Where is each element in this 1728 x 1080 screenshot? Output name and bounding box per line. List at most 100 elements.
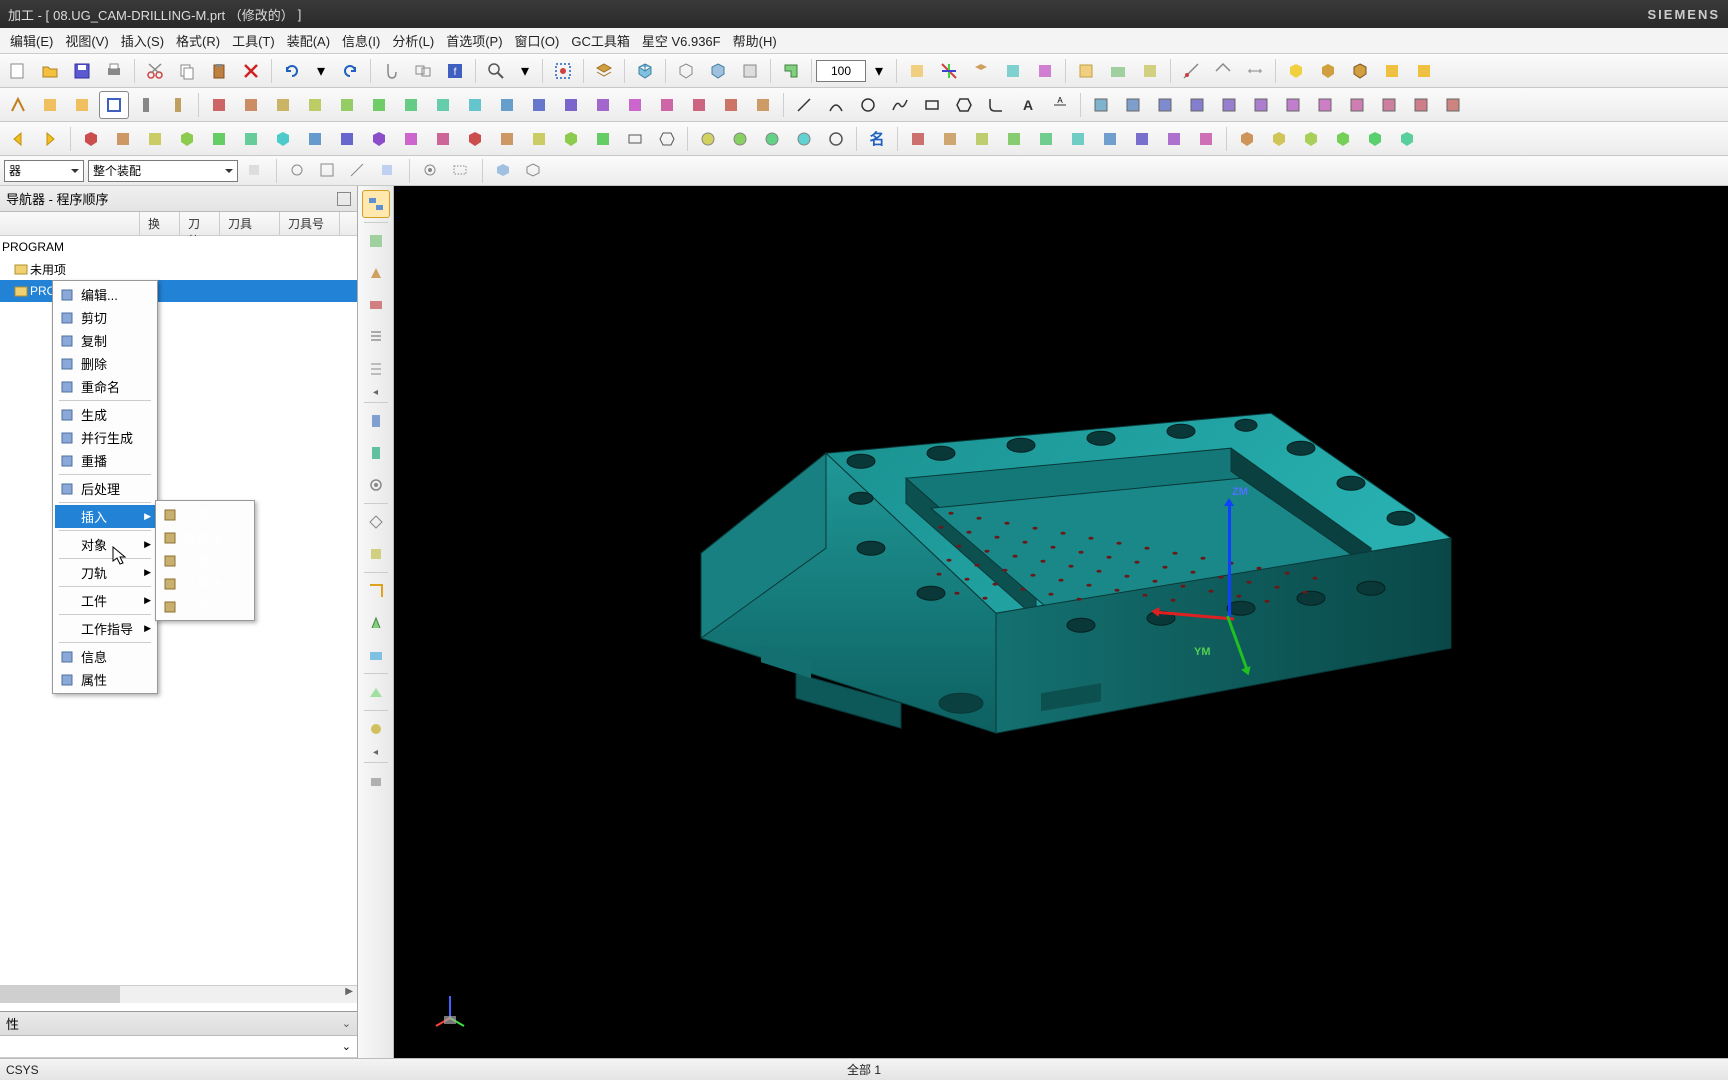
t3-15[interactable] <box>556 125 586 153</box>
menu-item[interactable]: 首选项(P) <box>440 29 508 52</box>
t2-18[interactable] <box>556 91 586 119</box>
ctx-item[interactable]: 生成 <box>55 403 155 426</box>
zoom-dropdown[interactable]: ▾ <box>513 59 537 83</box>
t3-10[interactable] <box>396 125 426 153</box>
t2b-4[interactable] <box>1214 91 1244 119</box>
t2-21[interactable] <box>652 91 682 119</box>
t2b-6[interactable] <box>1278 91 1308 119</box>
t3c-4[interactable] <box>1031 125 1061 153</box>
tb1-m[interactable] <box>1313 57 1343 85</box>
vt-14[interactable] <box>362 678 390 706</box>
t2-7[interactable] <box>204 91 234 119</box>
t3-1[interactable] <box>108 125 138 153</box>
t3c-9[interactable] <box>1191 125 1221 153</box>
t3c-3[interactable] <box>999 125 1029 153</box>
vt-3[interactable] <box>362 291 390 319</box>
ctx-item[interactable]: 刀轨▶ <box>55 561 155 584</box>
dim-tool[interactable]: A <box>1045 91 1075 119</box>
sel-e[interactable] <box>376 159 400 183</box>
t2b-3[interactable] <box>1182 91 1212 119</box>
t2b-10[interactable] <box>1406 91 1436 119</box>
ctx-item[interactable]: 工作指导▶ <box>55 617 155 640</box>
vt-1[interactable] <box>362 227 390 255</box>
t3-6[interactable] <box>268 125 298 153</box>
vt-7[interactable] <box>362 439 390 467</box>
tree-row[interactable]: 未用项 <box>0 258 357 280</box>
t3-13[interactable] <box>492 125 522 153</box>
back-button[interactable] <box>3 125 33 153</box>
t3c-2[interactable] <box>967 125 997 153</box>
t2b-5[interactable] <box>1246 91 1276 119</box>
t2-d-active[interactable] <box>99 91 129 119</box>
t3-0[interactable] <box>76 125 106 153</box>
ctx-sub-item[interactable]: 工序... <box>158 503 252 526</box>
ctx-item[interactable]: 并行生成 <box>55 426 155 449</box>
ctx-item[interactable]: 复制 <box>55 329 155 352</box>
face-button[interactable] <box>735 57 765 85</box>
t3c-1[interactable] <box>935 125 965 153</box>
ctx-item[interactable]: 重命名 <box>55 375 155 398</box>
t3c-8[interactable] <box>1159 125 1189 153</box>
new-button[interactable] <box>3 57 33 85</box>
sel-g[interactable] <box>449 159 473 183</box>
ctx-item[interactable]: 对象▶ <box>55 533 155 556</box>
vt-16[interactable] <box>362 767 390 795</box>
t3-2[interactable] <box>140 125 170 153</box>
circle-tool[interactable] <box>853 91 883 119</box>
vt-2[interactable] <box>362 259 390 287</box>
t2b-0[interactable] <box>1086 91 1116 119</box>
arc-tool[interactable] <box>821 91 851 119</box>
tb1-p[interactable] <box>1409 57 1439 85</box>
vt-expand-2[interactable]: ◂ <box>373 747 378 758</box>
win-button[interactable] <box>408 57 438 85</box>
t2-b[interactable] <box>35 91 65 119</box>
sel-c[interactable] <box>316 159 340 183</box>
col-changetool[interactable]: 换刀 <box>140 212 180 235</box>
t2-c[interactable] <box>67 91 97 119</box>
tb1-d[interactable] <box>998 57 1028 85</box>
t3d-3[interactable] <box>1328 125 1358 153</box>
section-button[interactable] <box>776 57 806 85</box>
t2-12[interactable] <box>364 91 394 119</box>
paste-button[interactable] <box>204 57 234 85</box>
tb1-f[interactable] <box>1071 57 1101 85</box>
wire-button[interactable] <box>671 57 701 85</box>
vt-10[interactable] <box>362 540 390 568</box>
text-tool[interactable]: A <box>1013 91 1043 119</box>
t3c-0[interactable] <box>903 125 933 153</box>
ctx-sub-item[interactable]: 几何体... <box>158 572 252 595</box>
t3-11[interactable] <box>428 125 458 153</box>
t3b-1[interactable] <box>725 125 755 153</box>
ctx-item[interactable]: 剪切 <box>55 306 155 329</box>
copy-button[interactable] <box>172 57 202 85</box>
save-button[interactable] <box>67 57 97 85</box>
vt-4[interactable] <box>362 323 390 351</box>
poly-tool[interactable] <box>949 91 979 119</box>
t3-rect[interactable] <box>620 125 650 153</box>
tb1-a[interactable] <box>902 57 932 85</box>
t2b-7[interactable] <box>1310 91 1340 119</box>
undo-button[interactable] <box>277 57 307 85</box>
open-button[interactable] <box>35 57 65 85</box>
delete-button[interactable] <box>236 57 266 85</box>
t3d-1[interactable] <box>1264 125 1294 153</box>
ctx-item[interactable]: 删除 <box>55 352 155 375</box>
t2-a[interactable] <box>3 91 33 119</box>
t2-15[interactable] <box>460 91 490 119</box>
t3-12[interactable] <box>460 125 490 153</box>
t3-hex[interactable] <box>652 125 682 153</box>
sel-b[interactable] <box>286 159 310 183</box>
t3-16[interactable] <box>588 125 618 153</box>
filter-combo-1[interactable]: 器 <box>4 160 84 182</box>
layers-button[interactable] <box>589 57 619 85</box>
tb1-k[interactable] <box>1240 57 1270 85</box>
t3-8[interactable] <box>332 125 362 153</box>
vt-expand-1[interactable]: ◂ <box>373 387 378 398</box>
3d-viewport[interactable]: (function(){ var vp=document.currentScri… <box>394 186 1728 1058</box>
undo-dropdown[interactable]: ▾ <box>309 59 333 83</box>
property-header[interactable]: 性 ⌄ <box>0 1012 357 1036</box>
menu-item[interactable]: 星空 V6.936F <box>636 29 727 52</box>
fit-button[interactable] <box>548 57 578 85</box>
col-name[interactable] <box>0 212 140 235</box>
touch-button[interactable] <box>376 57 406 85</box>
